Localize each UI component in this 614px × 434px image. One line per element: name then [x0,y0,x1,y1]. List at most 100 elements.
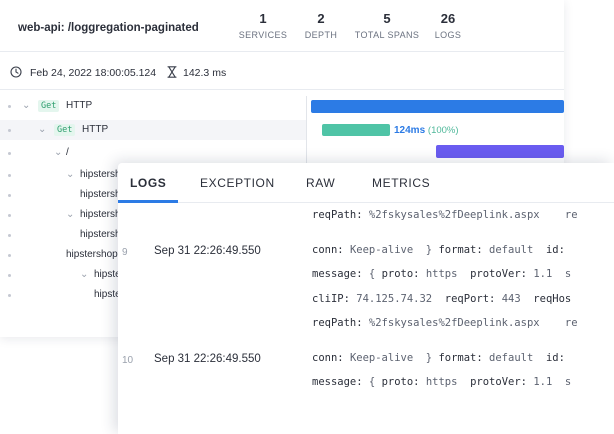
span-bar-child[interactable] [322,124,390,136]
log-field-key: id: [545,351,572,364]
http-method-badge: Get [54,124,76,136]
trace-duration: 142.3 ms [183,67,227,79]
chevron-down-icon[interactable]: ⌄ [54,147,62,158]
span-row[interactable]: ⌄ / [0,143,306,163]
row-dot [8,105,11,108]
log-field-value: https [425,376,471,388]
row-dot [8,254,11,257]
row-dot [8,214,11,217]
log-tabs: LOGS EXCEPTION RAW METRICS [118,163,614,203]
row-dot [8,152,11,155]
log-field-key: message: [312,268,369,280]
trace-title: web-api: /loggregation-paginated [18,22,199,34]
span-bar-percent: (100%) [427,125,459,136]
row-dot [8,294,11,297]
stat-label: DEPTH [304,30,338,40]
stat-total-spans: 5 TOTAL SPANS [352,11,422,40]
log-line: reqPath: %2fskysales%2fDeeplink.aspx re [312,209,578,221]
span-label: hipstersh [80,169,121,180]
stat-depth: 2 DEPTH [298,11,344,40]
log-field-value: { [368,376,382,388]
trace-start-time: Feb 24, 2022 18:00:05.124 [30,67,157,79]
log-field-value: default [489,351,546,364]
stat-value: 26 [440,11,456,26]
row-dot [8,129,11,132]
span-label: hipstersh [80,189,121,200]
log-line: conn: Keep-alive } format: default id: [312,244,571,256]
stat-label: TOTAL SPANS [354,30,420,40]
log-field-value: %2fskysales%2fDeeplink.aspx re [368,317,578,329]
log-line: message: { proto: https protoVer: 1.1 s [312,376,571,388]
tab-metrics[interactable]: METRICS [372,176,430,190]
log-entry-number: 9 [122,246,128,258]
log-field-value: %2fskysales%2fDeeplink.aspx re [368,209,578,221]
log-field-key: id: [545,243,572,256]
tab-logs[interactable]: LOGS [130,176,166,190]
stat-logs: 26 LOGS [430,11,466,40]
row-dot [8,274,11,277]
log-field-value: Keep-alive } [349,243,439,256]
span-label: HTTP [82,124,109,135]
chevron-down-icon[interactable]: ⌄ [22,100,30,111]
clock-icon [10,66,22,78]
row-dot [8,174,11,177]
tab-raw[interactable]: RAW [306,176,335,190]
log-line: message: { proto: https protoVer: 1.1 s [312,268,571,280]
span-label: hipstersh [80,229,121,240]
log-field-value: Keep-alive } [349,351,439,364]
span-bar-duration: 124ms [394,125,426,136]
row-dot [8,234,11,237]
log-field-key: conn: [312,351,350,364]
span-row[interactable]: ⌄ Get HTTP [0,96,306,116]
stat-services: 1 SERVICES [236,11,290,40]
chevron-down-icon[interactable]: ⌄ [80,269,88,280]
log-entry-timestamp: Sep 31 22:26:49.550 [154,352,261,365]
log-field-value: 74.125.74.32 [356,292,445,305]
log-field-value: https [425,268,471,280]
log-list: reqPath: %2fskysales%2fDeeplink.aspx re 9… [118,203,614,434]
log-field-key: format: [438,243,490,256]
trace-header: web-api: /loggregation-paginated 1 SERVI… [0,0,564,52]
log-line: reqPath: %2fskysales%2fDeeplink.aspx re [312,317,578,329]
chevron-down-icon[interactable]: ⌄ [38,124,46,135]
log-entry-timestamp: Sep 31 22:26:49.550 [154,244,261,257]
span-bar-path[interactable] [436,145,564,158]
log-field-key: conn: [312,243,350,256]
trace-meta-row: Feb 24, 2022 18:00:05.124 142.3 ms [0,52,564,90]
log-field-key: reqPath: [312,209,369,221]
stat-value: 2 [317,11,325,26]
stat-value: 5 [383,11,391,26]
log-field-key: reqHos [533,292,572,305]
chevron-down-icon[interactable]: ⌄ [66,209,74,220]
log-field-value: 1.1 s [533,376,572,388]
span-label: hipstershop [66,249,118,260]
span-label: HTTP [66,100,93,111]
tab-exception[interactable]: EXCEPTION [200,176,275,190]
stat-label: LOGS [434,30,462,40]
span-label: hipste [94,269,121,280]
log-field-value: 1.1 s [533,268,572,280]
log-field-key: proto: [381,376,426,388]
span-row[interactable]: ⌄ Get HTTP [0,120,306,140]
span-bar-root[interactable] [311,100,564,113]
log-field-key: cliIP: [312,292,357,305]
log-line: cliIP: 74.125.74.32 reqPort: 443 reqHos [312,293,571,305]
log-field-value: 443 [501,292,534,305]
log-field-key: format: [438,351,490,364]
log-field-key: proto: [381,268,426,280]
log-field-value: default [489,243,546,256]
log-field-key: message: [312,376,369,388]
log-field-key: protoVer: [470,376,534,388]
log-entry-number: 10 [122,354,134,366]
span-label: hipstersh [80,209,121,220]
stat-value: 1 [259,11,267,26]
span-label: hipste [94,289,121,300]
span-bar-label: 124ms (100%) [394,125,459,136]
log-line: conn: Keep-alive } format: default id: [312,352,571,364]
hourglass-icon [167,66,177,78]
log-field-key: reqPath: [312,317,369,329]
log-field-value: { [368,268,382,280]
http-method-badge: Get [38,100,60,112]
log-field-key: protoVer: [470,268,534,280]
chevron-down-icon[interactable]: ⌄ [66,169,74,180]
